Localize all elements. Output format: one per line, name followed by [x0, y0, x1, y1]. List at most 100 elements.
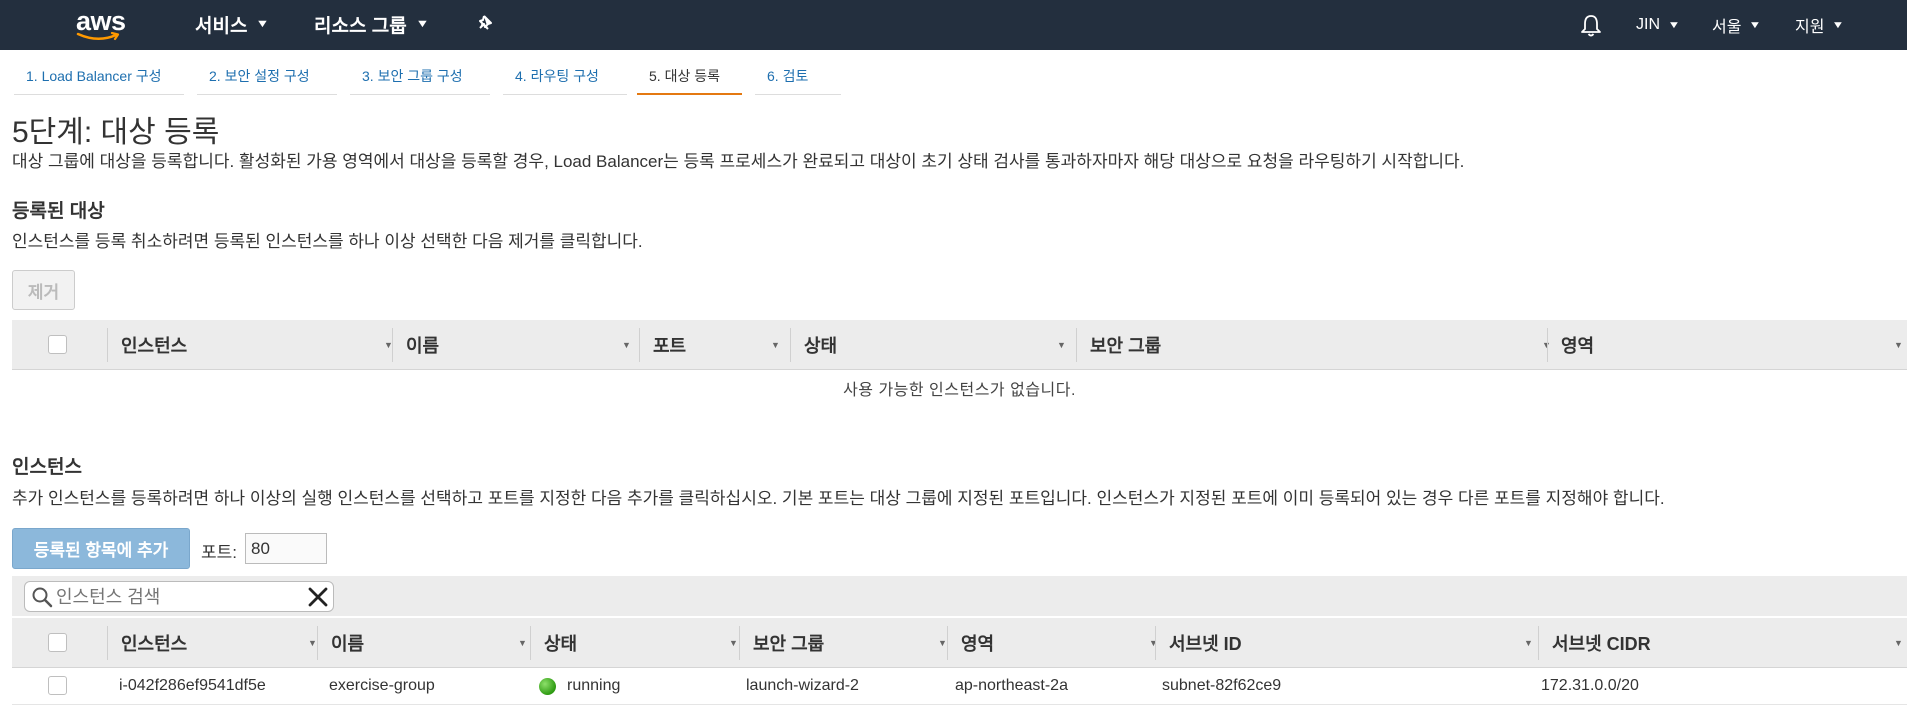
tab-security-groups[interactable]: 3. 보안 그룹 구성	[350, 63, 490, 95]
sort-caret-icon: ▼	[771, 340, 780, 350]
column-header-security-group[interactable]: 보안 그룹 ▼	[753, 618, 953, 668]
column-header-zone[interactable]: 영역 ▼	[1561, 320, 1907, 370]
row-checkbox[interactable]	[48, 676, 67, 695]
instances-description: 추가 인스턴스를 등록하려면 하나 이상의 실행 인스턴스를 선택하고 포트를 …	[12, 489, 1665, 508]
registered-targets-heading: 등록된 대상	[12, 201, 105, 222]
search-icon	[32, 587, 53, 608]
column-label: 영역	[1561, 336, 1595, 356]
tab-load-balancer[interactable]: 1. Load Balancer 구성	[14, 63, 184, 95]
chevron-down-icon: ▼	[255, 18, 270, 30]
sort-caret-icon: ▼	[1149, 638, 1158, 648]
cell-subnet-cidr: 172.31.0.0/20	[1541, 677, 1639, 694]
tab-review[interactable]: 6. 검토	[755, 63, 841, 95]
resource-groups-menu[interactable]: 리소스 그룹 ▼	[314, 10, 429, 38]
column-separator	[1076, 328, 1077, 362]
instances-table-header: 인스턴스 ▼ 이름 ▼ 상태 ▼ 보안 그룹 ▼ 영역 ▼ 서브넷 ID ▼ 서…	[12, 618, 1907, 668]
cell-name: exercise-group	[329, 677, 435, 694]
column-separator	[1547, 328, 1548, 362]
aws-smile-icon	[76, 32, 120, 41]
services-label: 서비스	[195, 15, 248, 37]
instances-heading: 인스턴스	[12, 457, 82, 478]
support-label: 지원	[1795, 19, 1825, 36]
empty-table-message: 사용 가능한 인스턴스가 없습니다.	[843, 382, 1076, 399]
column-header-instance[interactable]: 인스턴스 ▼	[121, 618, 321, 668]
column-header-instance[interactable]: 인스턴스 ▼	[121, 320, 401, 370]
column-label: 포트	[653, 336, 687, 356]
page-title: 5단계: 대상 등록	[12, 116, 220, 149]
sort-caret-icon: ▼	[308, 638, 317, 648]
column-separator	[639, 328, 640, 362]
column-header-state[interactable]: 상태 ▼	[804, 320, 1084, 370]
column-label: 상태	[544, 634, 578, 654]
sort-caret-icon: ▼	[1057, 340, 1066, 350]
column-label: 상태	[804, 336, 838, 356]
column-label: 이름	[331, 634, 365, 654]
cell-state: running	[567, 677, 621, 694]
search-box[interactable]	[24, 581, 334, 612]
cell-security-group: launch-wizard-2	[746, 677, 859, 694]
bell-icon[interactable]	[1580, 14, 1602, 43]
column-separator	[790, 328, 791, 362]
sort-caret-icon: ▼	[729, 638, 738, 648]
tab-register-targets[interactable]: 5. 대상 등록	[637, 63, 742, 95]
cell-subnet-id: subnet-82f62ce9	[1162, 677, 1282, 694]
column-header-subnet-id[interactable]: 서브넷 ID ▼	[1169, 618, 1549, 668]
sort-caret-icon: ▼	[1894, 340, 1903, 350]
resource-groups-label: 리소스 그룹	[314, 15, 407, 37]
services-menu[interactable]: 서비스 ▼	[195, 10, 270, 38]
column-separator	[530, 626, 531, 660]
column-separator	[947, 626, 948, 660]
column-header-subnet-cidr[interactable]: 서브넷 CIDR ▼	[1552, 618, 1907, 668]
registered-table-header: 인스턴스 ▼ 이름 ▼ 포트 ▼ 상태 ▼ 보안 그룹 ▼ 영역 ▼	[12, 320, 1907, 370]
user-label: JIN	[1636, 16, 1660, 33]
instances-table: 인스턴스 ▼ 이름 ▼ 상태 ▼ 보안 그룹 ▼ 영역 ▼ 서브넷 ID ▼ 서…	[12, 618, 1907, 668]
column-label: 서브넷 CIDR	[1552, 634, 1651, 654]
column-header-state[interactable]: 상태 ▼	[544, 618, 744, 668]
column-separator	[1155, 626, 1156, 660]
clear-search-icon[interactable]	[307, 586, 329, 608]
column-separator	[107, 328, 108, 362]
registered-targets-description: 인스턴스를 등록 취소하려면 등록된 인스턴스를 하나 이상 선택한 다음 제거…	[12, 232, 643, 251]
column-header-security-group[interactable]: 보안 그룹 ▼	[1090, 320, 1570, 370]
user-menu[interactable]: JIN ▼	[1636, 13, 1681, 37]
region-menu[interactable]: 서울 ▼	[1712, 13, 1762, 37]
column-label: 보안 그룹	[1090, 336, 1162, 356]
column-label: 보안 그룹	[753, 634, 825, 654]
remove-button[interactable]: 제거	[12, 270, 75, 310]
aws-logo[interactable]: aws	[76, 6, 128, 44]
chevron-down-icon: ▼	[1831, 19, 1845, 31]
tab-routing[interactable]: 4. 라우팅 구성	[503, 63, 627, 95]
column-label: 인스턴스	[121, 634, 188, 654]
select-all-checkbox[interactable]	[48, 633, 67, 652]
region-label: 서울	[1712, 19, 1742, 36]
column-header-name[interactable]: 이름 ▼	[406, 320, 646, 370]
column-header-port[interactable]: 포트 ▼	[653, 320, 793, 370]
column-separator	[392, 328, 393, 362]
add-to-registered-button[interactable]: 등록된 항목에 추가	[12, 528, 190, 569]
column-header-name[interactable]: 이름 ▼	[331, 618, 541, 668]
column-separator	[739, 626, 740, 660]
sort-caret-icon: ▼	[1894, 638, 1903, 648]
registered-targets-table: 인스턴스 ▼ 이름 ▼ 포트 ▼ 상태 ▼ 보안 그룹 ▼ 영역 ▼	[12, 320, 1907, 370]
cell-instance-id: i-042f286ef9541df5e	[119, 677, 266, 694]
select-all-checkbox[interactable]	[48, 335, 67, 354]
chevron-down-icon: ▼	[1667, 19, 1681, 31]
top-nav: aws 서비스 ▼ 리소스 그룹 ▼ JIN ▼ 서울 ▼ 지원 ▼	[0, 0, 1907, 50]
column-label: 영역	[961, 634, 995, 654]
column-label: 인스턴스	[121, 336, 188, 356]
column-separator	[107, 626, 108, 660]
port-input[interactable]	[245, 533, 327, 564]
column-label: 이름	[406, 336, 440, 356]
column-separator	[317, 626, 318, 660]
column-separator	[1538, 626, 1539, 660]
column-label: 서브넷 ID	[1169, 634, 1242, 654]
page-description: 대상 그룹에 대상을 등록합니다. 활성화된 가용 영역에서 대상을 등록할 경…	[12, 152, 1465, 171]
pin-icon[interactable]	[478, 14, 496, 39]
column-header-zone[interactable]: 영역 ▼	[961, 618, 1161, 668]
sort-caret-icon: ▼	[622, 340, 631, 350]
tab-security-settings[interactable]: 2. 보안 설정 구성	[197, 63, 337, 95]
search-input[interactable]	[56, 586, 296, 608]
support-menu[interactable]: 지원 ▼	[1795, 13, 1845, 37]
table-row[interactable]: i-042f286ef9541df5e exercise-group runni…	[12, 670, 1907, 705]
cell-zone: ap-northeast-2a	[955, 677, 1068, 694]
